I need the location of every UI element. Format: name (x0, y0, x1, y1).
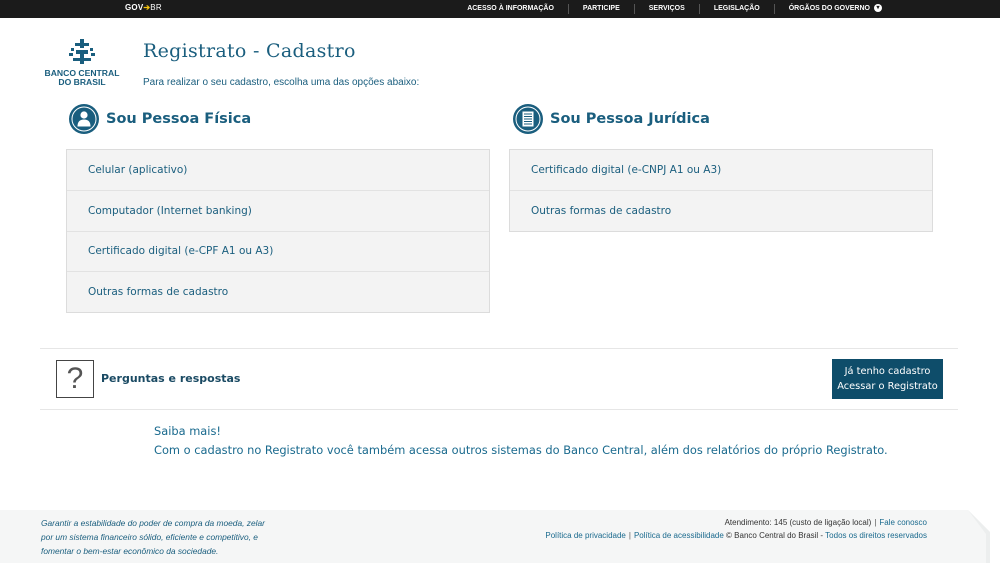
gov-bar: GOV➔BR ACESSO À INFORMAÇÃO PARTICIPE SER… (0, 0, 1000, 18)
gov-nav-servicos[interactable]: SERVIÇOS (633, 4, 699, 14)
gov-nav: ACESSO À INFORMAÇÃO PARTICIPE SERVIÇOS L… (453, 0, 896, 18)
accessibility-policy-link[interactable]: Política de acessibilidade (634, 531, 724, 540)
saiba-mais-title: Saiba mais! (154, 424, 221, 438)
gov-nav-orgaos-label: ÓRGÃOS DO GOVERNO (788, 5, 870, 12)
govbr-logo-gov: GOV (125, 3, 144, 12)
option-outras-formas-pj[interactable]: Outras formas de cadastro (510, 190, 932, 230)
gov-nav-acesso-informacao[interactable]: ACESSO À INFORMAÇÃO (453, 4, 568, 14)
fale-conosco-link[interactable]: Fale conosco (879, 518, 927, 527)
pessoa-fisica-heading: Sou Pessoa Física (69, 103, 251, 135)
mission-line2: por um sistema financeiro sólido, eficie… (41, 532, 258, 542)
option-certificado-digital-ecnpj[interactable]: Certificado digital (e-CNPJ A1 ou A3) (510, 150, 932, 190)
mission-line1: Garantir a estabilidade do poder de comp… (41, 518, 265, 528)
chevron-down-icon: ▾ (874, 4, 882, 13)
option-computador-internet-banking[interactable]: Computador (Internet banking) (67, 190, 489, 230)
building-icon (513, 104, 543, 134)
footer-atendimento: Atendimento: 145 (custo de ligação local… (724, 518, 872, 527)
person-icon (69, 104, 99, 134)
pessoa-juridica-heading: Sou Pessoa Jurídica (513, 103, 710, 135)
footer-corner-shape (968, 510, 1000, 563)
bcb-logo[interactable]: BANCO CENTRAL DO BRASIL (40, 38, 124, 90)
gov-nav-legislacao[interactable]: LEGISLAÇÃO (698, 4, 774, 14)
access-button-line2: Acessar o Registrato (837, 381, 938, 392)
footer-separator: | (628, 531, 631, 540)
bcb-logo-text: BANCO CENTRAL DO BRASIL (40, 69, 124, 87)
footer: Garantir a estabilidade do poder de comp… (0, 510, 1000, 563)
saiba-mais: Saiba mais! Com o cadastro no Registrato… (154, 422, 888, 459)
option-certificado-digital-ecpf[interactable]: Certificado digital (e-CPF A1 ou A3) (67, 230, 489, 271)
pessoa-juridica-options: Certificado digital (e-CNPJ A1 ou A3) Ou… (509, 149, 933, 232)
gov-nav-orgaos-governo[interactable]: ÓRGÃOS DO GOVERNO ▾ (773, 4, 896, 14)
gov-nav-participe[interactable]: PARTICIPE (567, 4, 634, 14)
footer-mission: Garantir a estabilidade do poder de comp… (41, 516, 301, 558)
pessoa-fisica-title: Sou Pessoa Física (106, 111, 252, 127)
faq-link[interactable]: Perguntas e respostas (101, 372, 240, 385)
access-registrato-button[interactable]: Já tenho cadastro Acessar o Registrato (832, 359, 943, 399)
saiba-mais-text: Com o cadastro no Registrato você também… (154, 442, 888, 457)
page-subtitle: Para realizar o seu cadastro, escolha um… (143, 77, 420, 88)
access-button-line1: Já tenho cadastro (844, 366, 931, 377)
footer-copyright: © Banco Central do Brasil - (726, 531, 824, 540)
divider-bottom (40, 409, 958, 410)
bcb-emblem-icon (69, 39, 95, 64)
govbr-logo[interactable]: GOV➔BR (125, 3, 162, 12)
govbr-logo-br: BR (150, 3, 162, 12)
divider-top (40, 348, 958, 349)
pessoa-juridica-title: Sou Pessoa Jurídica (550, 111, 710, 127)
option-celular-aplicativo[interactable]: Celular (aplicativo) (67, 150, 489, 190)
pessoa-fisica-options: Celular (aplicativo) Computador (Interne… (66, 149, 490, 313)
mission-line3: fomentar o bem-estar econômico da socied… (41, 546, 219, 556)
page-title: Registrato - Cadastro (143, 40, 356, 62)
footer-info: Atendimento: 145 (custo de ligação local… (545, 516, 927, 542)
bcb-logo-line2: DO BRASIL (58, 77, 106, 87)
question-mark-icon[interactable]: ? (56, 360, 94, 398)
rights-reserved-link[interactable]: Todos os direitos reservados (825, 531, 927, 540)
option-outras-formas-pf[interactable]: Outras formas de cadastro (67, 271, 489, 311)
privacy-policy-link[interactable]: Política de privacidade (545, 531, 626, 540)
